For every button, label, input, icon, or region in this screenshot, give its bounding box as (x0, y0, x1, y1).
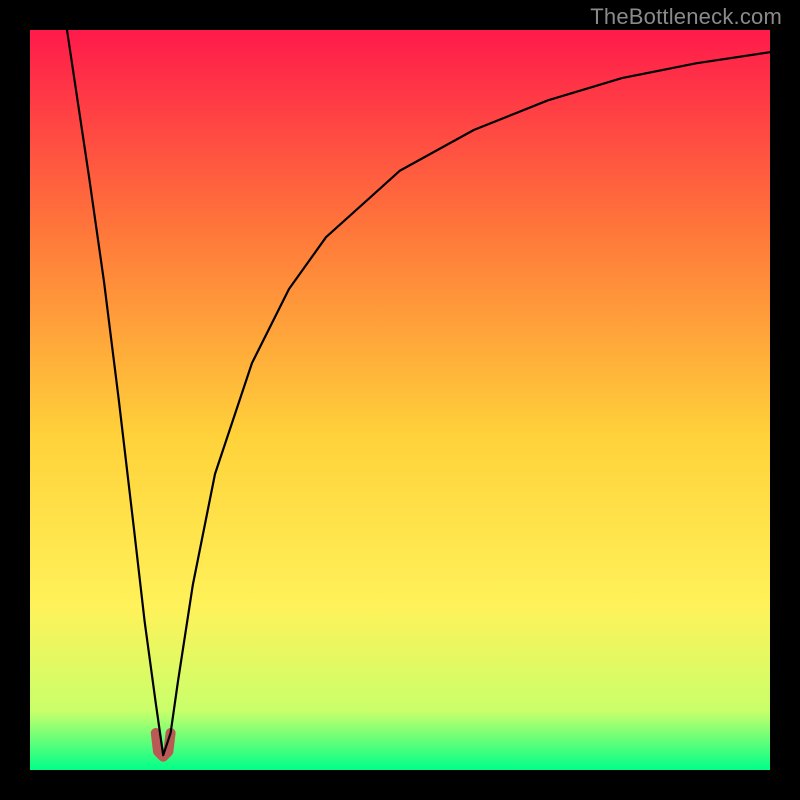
plot-area (30, 30, 770, 770)
watermark-text: TheBottleneck.com (590, 4, 782, 30)
bottleneck-chart (0, 0, 800, 800)
